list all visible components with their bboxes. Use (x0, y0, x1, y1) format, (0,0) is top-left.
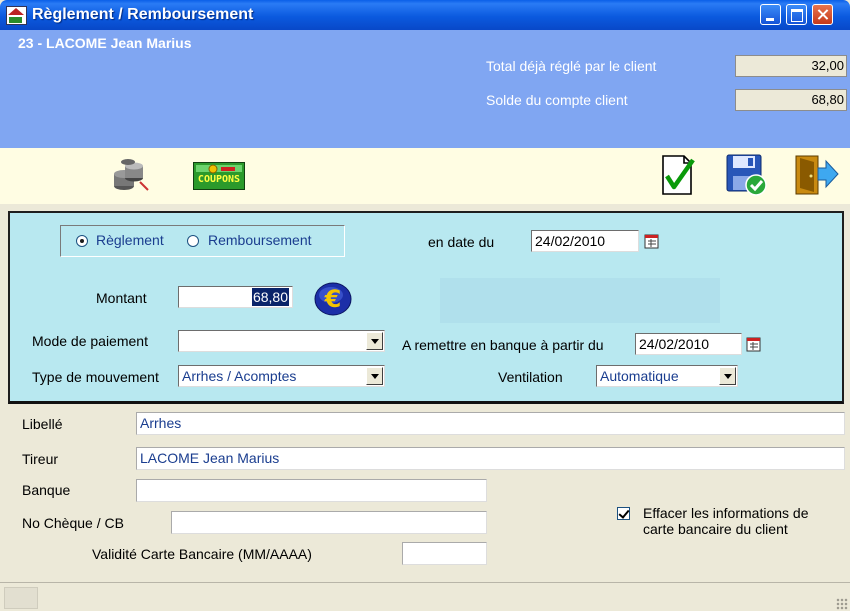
ventilation-select[interactable]: Automatique (596, 365, 738, 387)
montant-input[interactable]: 68,80 (178, 286, 293, 308)
ventilation-value: Automatique (600, 368, 679, 384)
effacer-label[interactable]: Effacer les informations de carte bancai… (643, 505, 833, 537)
calendar-icon[interactable] (746, 336, 762, 352)
toolbar: COUPONS (0, 148, 850, 204)
banque-label: Banque (22, 482, 71, 498)
radio-reglement-label[interactable]: Règlement (96, 232, 164, 248)
radio-reglement[interactable] (76, 235, 88, 247)
montant-label: Montant (96, 290, 147, 306)
save-icon[interactable] (726, 154, 768, 196)
date-input[interactable]: 24/02/2010 (531, 230, 639, 252)
date-label: en date du (428, 234, 495, 250)
remise-date-input[interactable]: 24/02/2010 (635, 333, 742, 355)
cheque-label: No Chèque / CB (22, 515, 124, 531)
chevron-down-icon[interactable] (366, 367, 383, 385)
tireur-label: Tireur (22, 451, 59, 467)
calendar-icon[interactable] (644, 233, 660, 249)
client-name: 23 - LACOME Jean Marius (18, 35, 192, 51)
validate-check-icon[interactable] (660, 154, 696, 196)
radio-remboursement[interactable] (187, 235, 199, 247)
validite-input[interactable] (402, 542, 487, 565)
status-bar (0, 582, 850, 611)
type-radio-group: Règlement Remboursement (60, 225, 345, 257)
cheque-input[interactable] (171, 511, 487, 534)
type-mouvement-select[interactable]: Arrhes / Acomptes (178, 365, 385, 387)
solde-value: 68,80 (735, 89, 847, 111)
status-cell (4, 587, 38, 609)
banque-input[interactable] (136, 479, 487, 502)
montant-value: 68,80 (251, 288, 289, 306)
minimize-button[interactable] (760, 4, 781, 25)
validite-label: Validité Carte Bancaire (MM/AAAA) (92, 546, 312, 562)
libelle-input[interactable]: Arrhes (136, 412, 845, 435)
svg-text:€: € (324, 285, 342, 313)
mode-label: Mode de paiement (32, 333, 148, 349)
window-title: Règlement / Remboursement (32, 6, 254, 23)
radio-remboursement-label[interactable]: Remboursement (208, 232, 312, 248)
exit-door-icon[interactable] (794, 154, 840, 196)
reglement-window: Règlement / Remboursement 23 - LACOME Je… (0, 0, 850, 611)
chevron-down-icon[interactable] (366, 332, 383, 350)
tireur-input[interactable]: LACOME Jean Marius (136, 447, 845, 470)
info-area (440, 278, 720, 323)
coupons-label: COUPONS (197, 174, 241, 185)
type-mouvement-value: Arrhes / Acomptes (182, 368, 297, 384)
close-button[interactable] (812, 4, 833, 25)
app-house-icon (6, 6, 27, 25)
payment-panel: Règlement Remboursement en date du 24/02… (8, 211, 844, 404)
title-bar[interactable]: Règlement / Remboursement (0, 0, 850, 30)
libelle-label: Libellé (22, 416, 63, 432)
chevron-down-icon[interactable] (719, 367, 736, 385)
maximize-button[interactable] (786, 4, 807, 25)
client-header: 23 - LACOME Jean Marius Total déjà réglé… (0, 30, 850, 148)
type-mouvement-label: Type de mouvement (32, 369, 159, 385)
effacer-checkbox[interactable] (617, 507, 630, 520)
solde-label: Solde du compte client (486, 92, 628, 108)
coins-icon[interactable] (110, 156, 150, 192)
mode-select[interactable] (178, 330, 385, 352)
ventilation-label: Ventilation (498, 369, 563, 385)
euro-icon[interactable]: € (313, 281, 353, 317)
coupons-icon[interactable]: COUPONS (193, 162, 245, 193)
total-value: 32,00 (735, 55, 847, 77)
resize-grip-icon[interactable] (836, 598, 848, 610)
remise-label: A remettre en banque à partir du (402, 337, 604, 353)
total-label: Total déjà réglé par le client (486, 58, 657, 74)
